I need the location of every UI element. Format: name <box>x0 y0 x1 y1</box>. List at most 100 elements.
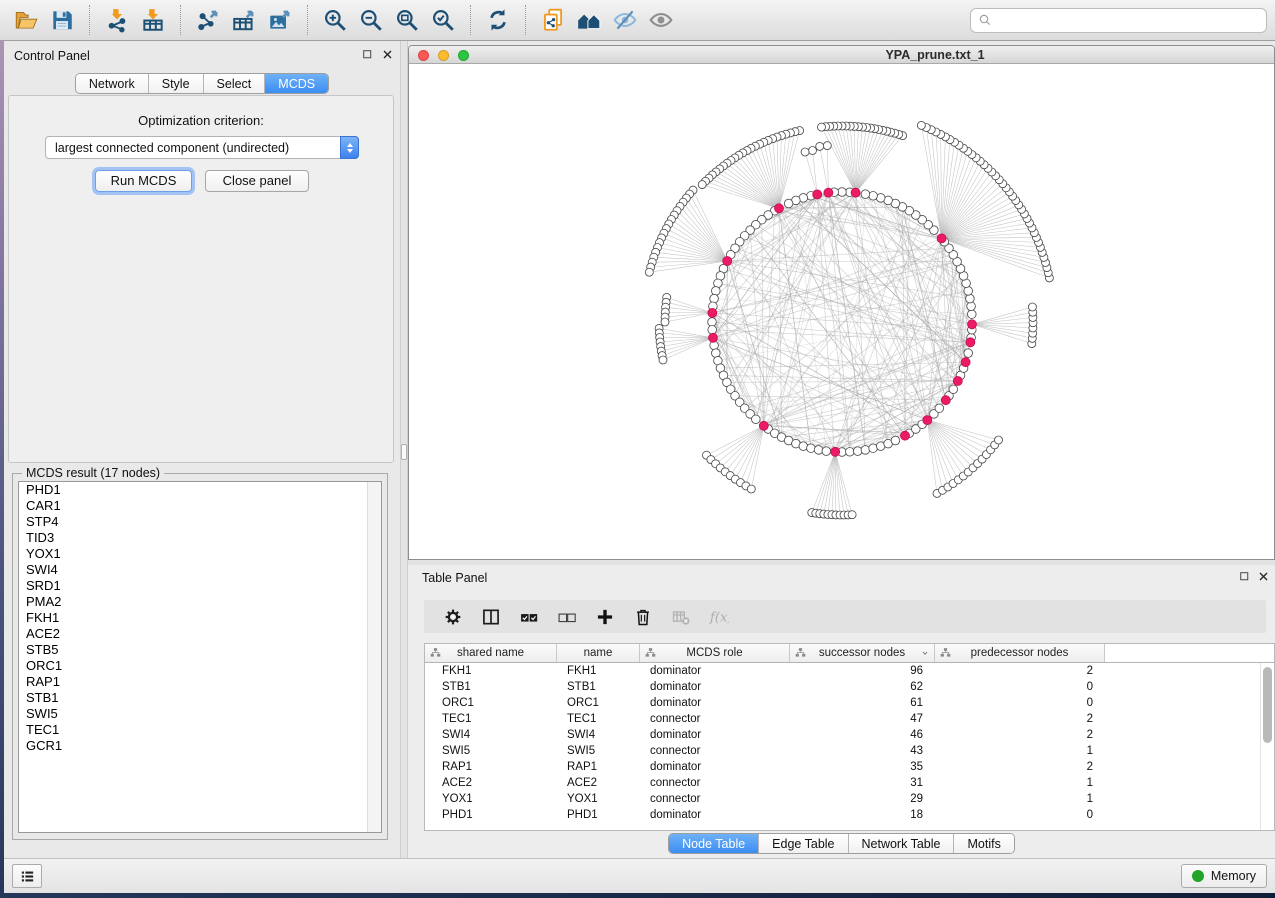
table-settings-button[interactable] <box>434 602 472 632</box>
task-history-button[interactable] <box>12 864 42 888</box>
table-row[interactable]: SWI4SWI4dominator462 <box>425 727 1274 743</box>
search-input[interactable] <box>997 13 1260 27</box>
leaf-node[interactable] <box>809 147 817 155</box>
tab-node-table[interactable]: Node Table <box>669 834 759 853</box>
tab-motifs[interactable]: Motifs <box>954 834 1013 853</box>
close-panel-button[interactable]: Close panel <box>205 170 309 192</box>
mcds-node[interactable] <box>937 234 946 243</box>
mcds-node[interactable] <box>953 377 962 386</box>
network-node[interactable] <box>968 310 977 319</box>
mcds-list-scrollbar[interactable] <box>367 482 381 832</box>
leaf-node[interactable] <box>661 318 669 326</box>
column-header-predecessor-nodes[interactable]: predecessor nodes <box>935 644 1105 662</box>
close-panel-icon[interactable] <box>381 48 396 63</box>
table-row[interactable]: ORC1ORC1dominator610 <box>425 695 1274 711</box>
mcds-node[interactable] <box>923 416 932 425</box>
mcds-node[interactable] <box>813 190 822 199</box>
first-neighbors-button[interactable] <box>571 4 607 36</box>
list-item[interactable]: YOX1 <box>19 546 381 562</box>
network-node[interactable] <box>967 302 976 311</box>
mcds-node[interactable] <box>709 333 718 342</box>
maximize-window-icon[interactable] <box>458 50 469 61</box>
network-node[interactable] <box>822 447 831 456</box>
list-item[interactable]: TEC1 <box>19 722 381 738</box>
select-all-rows-button[interactable] <box>510 602 548 632</box>
refresh-view-button[interactable] <box>480 4 516 36</box>
list-item[interactable]: PHD1 <box>19 482 381 498</box>
leaf-node[interactable] <box>995 436 1003 444</box>
close-table-panel-icon[interactable] <box>1257 570 1272 585</box>
list-item[interactable]: ORC1 <box>19 658 381 674</box>
network-view[interactable] <box>409 64 1275 560</box>
mcds-node[interactable] <box>961 358 970 367</box>
network-node[interactable] <box>964 349 973 358</box>
add-column-button[interactable] <box>586 602 624 632</box>
show-details-button[interactable] <box>643 4 679 36</box>
optimization-criterion-select[interactable]: largest connected component (undirected) <box>45 136 359 159</box>
vertical-splitter[interactable] <box>400 41 408 858</box>
network-node[interactable] <box>712 287 721 296</box>
list-item[interactable]: SWI5 <box>19 706 381 722</box>
open-session-button[interactable] <box>8 4 44 36</box>
leaf-node[interactable] <box>801 148 809 156</box>
list-item[interactable]: STP4 <box>19 514 381 530</box>
network-node[interactable] <box>807 444 816 453</box>
show-columns-button[interactable] <box>472 602 510 632</box>
tab-network[interactable]: Network <box>76 74 149 93</box>
column-header-successor-nodes[interactable]: successor nodes <box>790 644 935 662</box>
network-node[interactable] <box>710 294 719 303</box>
column-header-shared-name[interactable]: shared name <box>425 644 557 662</box>
list-item[interactable]: FKH1 <box>19 610 381 626</box>
list-item[interactable]: TID3 <box>19 530 381 546</box>
table-row[interactable]: PHD1PHD1dominator180 <box>425 807 1274 823</box>
list-item[interactable]: SRD1 <box>19 578 381 594</box>
mcds-node[interactable] <box>723 257 732 266</box>
network-node[interactable] <box>869 192 878 201</box>
leaf-node[interactable] <box>848 511 856 519</box>
list-item[interactable]: GCR1 <box>19 738 381 754</box>
memory-button[interactable]: Memory <box>1181 864 1267 888</box>
list-item[interactable]: STB1 <box>19 690 381 706</box>
close-window-icon[interactable] <box>418 50 429 61</box>
minimize-window-icon[interactable] <box>438 50 449 61</box>
tab-edge-table[interactable]: Edge Table <box>759 834 848 853</box>
mcds-node[interactable] <box>831 447 840 456</box>
leaf-node[interactable] <box>698 181 706 189</box>
table-row[interactable]: STB1STB1dominator620 <box>425 679 1274 695</box>
float-panel-icon[interactable] <box>361 48 376 63</box>
network-node[interactable] <box>861 446 870 455</box>
table-row[interactable]: FKH1FKH1dominator962 <box>425 663 1274 679</box>
copy-share-button[interactable] <box>535 4 571 36</box>
leaf-node[interactable] <box>823 142 831 150</box>
run-mcds-button[interactable]: Run MCDS <box>95 170 192 192</box>
export-table-button[interactable] <box>226 4 262 36</box>
mcds-node[interactable] <box>759 421 768 430</box>
zoom-in-button[interactable] <box>317 4 353 36</box>
splitter-grip[interactable] <box>401 444 407 460</box>
network-node[interactable] <box>966 294 975 303</box>
tab-mcds[interactable]: MCDS <box>265 74 328 93</box>
leaf-node[interactable] <box>816 142 824 150</box>
network-node[interactable] <box>846 448 855 457</box>
column-header-name[interactable]: name <box>557 644 640 662</box>
mcds-node[interactable] <box>901 431 910 440</box>
tab-style[interactable]: Style <box>149 74 204 93</box>
leaf-node[interactable] <box>818 123 826 131</box>
mcds-node[interactable] <box>966 338 975 347</box>
mcds-node[interactable] <box>941 396 950 405</box>
list-item[interactable]: PMA2 <box>19 594 381 610</box>
network-node[interactable] <box>853 447 862 456</box>
mcds-node[interactable] <box>775 204 784 213</box>
zoom-selected-button[interactable] <box>425 4 461 36</box>
network-node[interactable] <box>935 404 944 413</box>
network-node[interactable] <box>949 385 958 394</box>
network-node[interactable] <box>838 188 847 197</box>
leaf-node[interactable] <box>747 485 755 493</box>
delete-column-button[interactable] <box>624 602 662 632</box>
network-node[interactable] <box>784 199 793 208</box>
table-scrollbar[interactable] <box>1260 663 1274 830</box>
table-row[interactable]: RAP1RAP1dominator352 <box>425 759 1274 775</box>
mcds-node[interactable] <box>824 188 833 197</box>
hide-details-button[interactable] <box>607 4 643 36</box>
leaf-node[interactable] <box>659 356 667 364</box>
